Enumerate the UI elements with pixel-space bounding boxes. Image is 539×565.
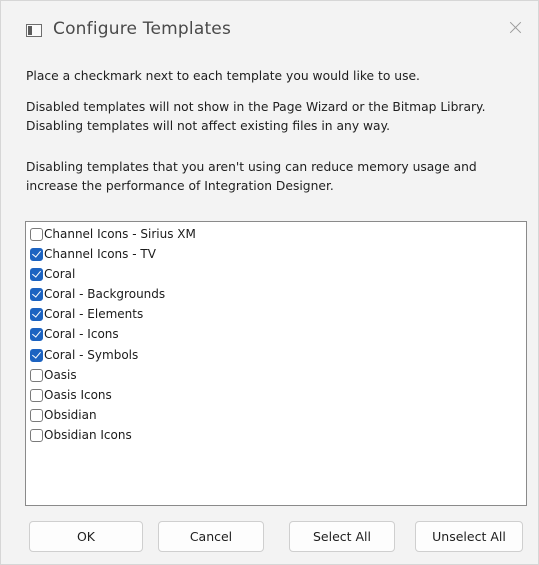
cancel-button[interactable]: Cancel: [158, 521, 264, 552]
list-item-coral-elements[interactable]: Coral - Elements: [30, 304, 143, 324]
template-label: Coral - Symbols: [44, 348, 139, 362]
template-label: Oasis Icons: [44, 388, 112, 402]
title-bar: Configure Templates: [1, 1, 538, 59]
template-label: Channel Icons - Sirius XM: [44, 227, 196, 241]
list-item-channel-icons-tv[interactable]: Channel Icons - TV: [30, 244, 156, 264]
template-label: Oasis: [44, 368, 77, 382]
template-checkbox[interactable]: [30, 348, 43, 362]
template-checkbox[interactable]: [30, 428, 43, 442]
list-item-oasis-icons[interactable]: Oasis Icons: [30, 385, 112, 405]
window-icon: [26, 24, 42, 37]
list-item-obsidian-icons[interactable]: Obsidian Icons: [30, 425, 132, 445]
instruction-performance: Disabling templates that you aren't usin…: [26, 160, 477, 193]
list-item-channel-icons-sirius-xm[interactable]: Channel Icons - Sirius XM: [30, 224, 196, 244]
template-checkbox[interactable]: [30, 247, 43, 261]
list-item-coral[interactable]: Coral: [30, 264, 75, 284]
instruction-disabled: Disabled templates will not show in the …: [26, 100, 486, 133]
window-title: Configure Templates: [53, 19, 232, 39]
list-item-coral-icons[interactable]: Coral - Icons: [30, 324, 119, 344]
template-checkbox[interactable]: [30, 388, 43, 402]
select-all-button[interactable]: Select All: [289, 521, 395, 552]
template-checkbox[interactable]: [30, 307, 43, 321]
template-label: Coral - Elements: [44, 307, 144, 321]
list-item-obsidian[interactable]: Obsidian: [30, 405, 97, 425]
template-label: Obsidian: [44, 408, 97, 422]
template-label: Coral - Backgrounds: [44, 287, 166, 301]
ok-button[interactable]: OK: [29, 521, 143, 552]
template-label: Coral: [44, 267, 76, 281]
template-checkbox[interactable]: [30, 227, 43, 241]
instruction-checkmark: Place a checkmark next to each template …: [26, 69, 420, 83]
list-item-oasis[interactable]: Oasis: [30, 365, 77, 385]
list-item-coral-symbols[interactable]: Coral - Symbols: [30, 345, 138, 365]
unselect-all-button[interactable]: Unselect All: [415, 521, 523, 552]
configure-templates-dialog: Configure Templates Place a checkmark ne…: [0, 0, 539, 565]
template-label: Coral - Icons: [44, 327, 119, 341]
template-list[interactable]: Channel Icons - Sirius XM Channel Icons …: [25, 221, 527, 506]
template-label: Obsidian Icons: [44, 428, 132, 442]
template-checkbox[interactable]: [30, 267, 43, 281]
list-item-coral-backgrounds[interactable]: Coral - Backgrounds: [30, 284, 165, 304]
template-checkbox[interactable]: [30, 408, 43, 422]
template-checkbox[interactable]: [30, 287, 43, 301]
template-checkbox[interactable]: [30, 368, 43, 382]
template-checkbox[interactable]: [30, 327, 43, 341]
close-icon[interactable]: [498, 13, 532, 43]
template-label: Channel Icons - TV: [44, 247, 156, 261]
